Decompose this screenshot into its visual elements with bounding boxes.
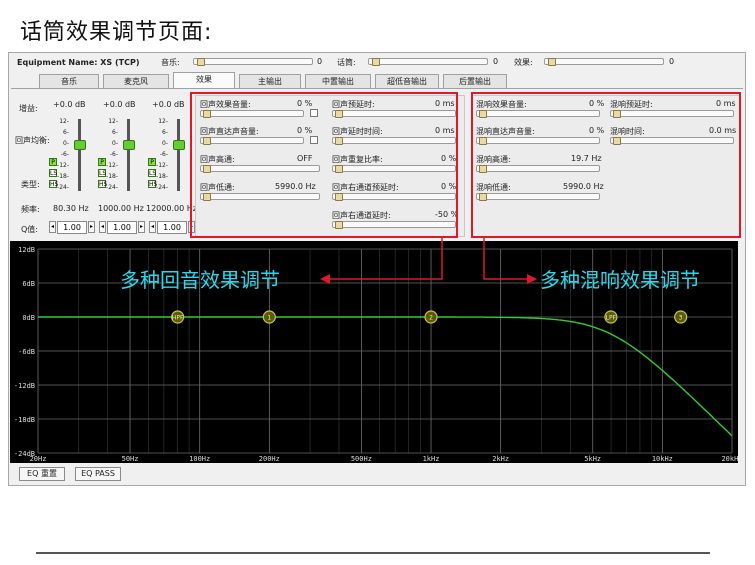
band-1-tick: -6- [60,151,69,158]
band-3-tick: 12- [158,118,168,125]
band-3-highshelf-type[interactable]: HS [148,180,157,188]
effect-value: 0 [669,57,675,66]
freq-tick-label: 50Hz [122,455,139,463]
band-1-q-increase[interactable]: ▸ [88,221,95,233]
effect-volume-slider[interactable] [544,58,664,66]
tab-center-output[interactable]: 中置输出 [305,74,371,89]
gain-label: 增益: [19,104,38,113]
echo-annotation: 多种回音效果调节 [120,268,280,292]
band-3-q-input[interactable]: 1.00 [157,221,187,234]
tab-microphone[interactable]: 麦克风 [103,74,169,89]
band-1-q-input[interactable]: 1.00 [57,221,87,234]
tab-music[interactable]: 音乐 [39,74,99,89]
band-1-lowshelf-type[interactable]: LS [49,169,57,177]
freq-tick-label: 100Hz [189,455,210,463]
band-2-highshelf-type[interactable]: HS [98,180,107,188]
balance-label: 回声均衡: [15,136,50,145]
band-2-lowshelf-type[interactable]: LS [98,169,106,177]
page-heading: 话筒效果调节页面: [20,20,213,45]
db-tick-label: -12dB [14,382,35,390]
db-tick-label: -18dB [14,416,35,424]
mic-volume-slider[interactable] [368,58,488,66]
freq-tick-label: 1kHz [423,455,440,463]
freq-tick-label: 5kHz [584,455,601,463]
band-2-tick: 0- [112,140,118,147]
freq-label: 频率: [21,205,40,214]
lpf-node-label: LPF [606,315,617,322]
type-label: 类型: [21,180,40,189]
band-3-gain-track[interactable] [177,119,180,191]
band-2-freq: 1000.00 Hz [98,204,144,213]
band-2-peak-type[interactable]: P [98,158,106,166]
band-2-gain-track[interactable] [127,119,130,191]
band-3-peak-type[interactable]: P [148,158,156,166]
eq-pass-button[interactable]: EQ PASS [75,467,121,481]
band-3-gain: +0.0 dB [152,100,185,109]
tab-main-output[interactable]: 主输出 [239,74,301,89]
freq-tick-label: 20kHz [721,455,738,463]
band-1-tick: -12- [57,162,69,169]
reverb-highlight-box [471,92,741,238]
freq-tick-label: 500Hz [351,455,372,463]
hpf-node-label: HPF [172,315,184,322]
band-1-tick: 6- [63,129,69,136]
freq-tick-label: 20Hz [30,455,47,463]
band-2-tick: -6- [109,151,118,158]
band-3-lowshelf-type[interactable]: LS [148,169,156,177]
eq-response-curve [38,316,733,437]
band-3-tick: -12- [156,162,168,169]
freq-tick-label: 10kHz [652,455,673,463]
band-2-gain-thumb[interactable] [123,140,135,150]
band-1-gain: +0.0 dB [53,100,86,109]
band-2-gain: +0.0 dB [103,100,136,109]
band-1-node-label: 1 [267,315,271,322]
freq-tick-label: 2kHz [492,455,509,463]
mic-label: 话筒: [337,58,356,67]
tab-rear-output[interactable]: 后置输出 [443,74,507,89]
equipment-name: Equipment Name: XS (TCP) [17,58,140,67]
music-volume-slider[interactable] [193,58,313,66]
band-1-gain-track[interactable] [78,119,81,191]
band-2-tick: 6- [112,129,118,136]
db-tick-label: 6dB [22,280,35,288]
band-1-tick: 12- [59,118,69,125]
band-1-peak-type[interactable]: P [49,158,57,166]
band-2-tick: 12- [108,118,118,125]
q-label: Q值: [21,225,38,234]
band-2-q-input[interactable]: 1.00 [107,221,137,234]
band-3-tick: 0- [162,140,168,147]
eq-reset-button[interactable]: EQ 重置 [19,467,65,481]
reverb-annotation: 多种混响效果调节 [540,268,700,292]
db-tick-label: 12dB [18,246,35,254]
band-1-gain-thumb[interactable] [74,140,86,150]
band-3-node-label: 3 [679,315,683,322]
freq-tick-label: 200Hz [259,455,280,463]
band-1-freq: 80.30 Hz [53,204,89,213]
band-3-q-decrease[interactable]: ◂ [149,221,156,233]
tab-effect[interactable]: 效果 [173,72,235,89]
music-value: 0 [317,57,323,66]
music-label: 音乐: [161,58,180,67]
band-3-tick: -6- [159,151,168,158]
band-2-q-increase[interactable]: ▸ [138,221,145,233]
band-1-highshelf-type[interactable]: HS [49,180,58,188]
mic-value: 0 [493,57,499,66]
band-1-q-decrease[interactable]: ◂ [49,221,56,233]
band-3-gain-thumb[interactable] [173,140,185,150]
band-2-node-label: 2 [429,315,433,322]
bottom-rule [36,552,710,554]
echo-highlight-box [190,92,458,238]
db-tick-label: 0dB [22,314,35,322]
effect-label: 效果: [514,58,533,67]
band-1-tick: 0- [63,140,69,147]
band-3-tick: 6- [162,129,168,136]
band-2-q-decrease[interactable]: ◂ [99,221,106,233]
tab-subwoofer-output[interactable]: 超低音输出 [375,74,439,89]
db-tick-label: -6dB [18,348,35,356]
band-2-tick: -12- [106,162,118,169]
